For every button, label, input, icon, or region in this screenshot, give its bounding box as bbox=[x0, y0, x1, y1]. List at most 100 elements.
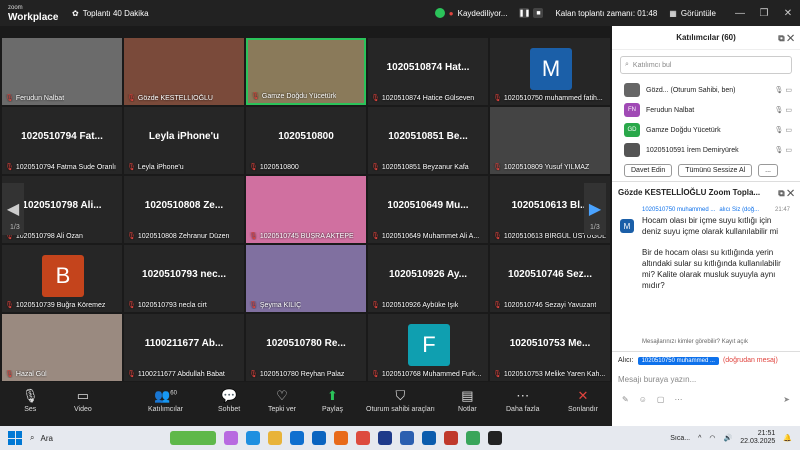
participant-display-name: Leyla iPhone'u bbox=[148, 131, 220, 142]
share-button[interactable]: ⬆ Paylaş bbox=[322, 388, 343, 413]
participant-row[interactable]: FN Ferudun Nalbat 🎙 ▭ bbox=[612, 100, 800, 120]
audio-button[interactable]: 🎙 Ses bbox=[22, 388, 39, 413]
search-icon: ⌕ bbox=[625, 61, 629, 68]
app-icon[interactable] bbox=[444, 431, 458, 445]
popout-close-icons[interactable]: ⧉ ✕ bbox=[778, 33, 794, 44]
pause-icon[interactable]: ❚❚ bbox=[519, 8, 530, 18]
mute-all-button[interactable]: Tümünü Sessize Al bbox=[678, 164, 753, 177]
participant-row[interactable]: Gözd... (Oturum Sahibi, ben) 🎙 ▭ bbox=[612, 80, 800, 100]
edge-icon[interactable] bbox=[246, 431, 260, 445]
shield-icon: ⛉ bbox=[395, 388, 406, 403]
mic-camera-icons[interactable]: 🎙 ▭ bbox=[775, 86, 792, 94]
end-button[interactable]: ✕ Sonlandır bbox=[568, 388, 598, 413]
participant-tile[interactable]: 1020510780 Re... 🎙 1020510780 Reyhan Palaz bbox=[246, 314, 366, 381]
participant-tile[interactable]: 1020510874 Hat... 🎙 1020510874 Hatice Güls… bbox=[368, 38, 488, 105]
participant-name-tag: 🎙 Ferudun Nalbat bbox=[5, 95, 65, 102]
participant-row[interactable]: 1020510591 İrem Demiryürek 🎙 ▭ bbox=[612, 140, 800, 160]
stop-icon[interactable]: ■ bbox=[533, 8, 544, 18]
chat-input[interactable]: Mesajı buraya yazın... bbox=[612, 369, 800, 393]
avatar: M bbox=[620, 219, 634, 233]
notes-button[interactable]: ▤ Notlar bbox=[458, 388, 477, 413]
speaker-icon[interactable]: 🔊 bbox=[724, 434, 733, 442]
participant-tile[interactable]: 🎙 Ferudun Nalbat bbox=[2, 38, 122, 105]
recording-controls[interactable]: ❚❚ ■ bbox=[519, 8, 544, 18]
word-icon[interactable] bbox=[400, 431, 414, 445]
participant-display-name: 1020510926 Ay... bbox=[388, 269, 468, 280]
participant-tile[interactable]: 1020510808 Ze... 🎙 1020510808 Zehranur Düz… bbox=[124, 176, 244, 243]
format-icon[interactable]: ✎ bbox=[622, 395, 629, 404]
participant-display-name: 1020510746 Sez... bbox=[508, 269, 592, 280]
widgets-icon[interactable] bbox=[170, 431, 216, 445]
participant-tile[interactable]: 1020510753 Me... 🎙 1020510753 Melike Yaren… bbox=[490, 314, 610, 381]
app-icon[interactable] bbox=[488, 431, 502, 445]
participant-row[interactable]: GD Gamze Doğdu Yücetürk 🎙 ▭ bbox=[612, 120, 800, 140]
participant-name-tag: 🎙 1020510746 Sezayi Yavuzant bbox=[493, 302, 597, 309]
visibility-note[interactable]: Mesajlarınızı kimler görebilir? Kayıt aç… bbox=[612, 333, 800, 351]
file-icon[interactable]: ▢ bbox=[657, 395, 665, 404]
title-bar: zoom Workplace ✿ Toplantı 40 Dakika ● Kayd… bbox=[0, 0, 800, 26]
mic-muted-icon: 🎙 bbox=[493, 371, 502, 378]
host-tools-button[interactable]: ⛉ Oturum sahibi araçları bbox=[366, 388, 435, 413]
meeting-info[interactable]: ✿ Toplantı 40 Dakika bbox=[72, 9, 149, 18]
participant-tile[interactable]: 🎙 Gözde KESTELLİOĞLU bbox=[124, 38, 244, 105]
store-icon[interactable] bbox=[290, 431, 304, 445]
participant-name-tag: 🎙 1020510874 Hatice Gülseven bbox=[371, 95, 475, 102]
shield-icon bbox=[434, 8, 445, 18]
participants-button[interactable]: 👥60 Katılımcılar bbox=[148, 388, 183, 413]
wifi-icon[interactable]: ◠ bbox=[709, 434, 715, 442]
mic-camera-icons[interactable]: 🎙 ▭ bbox=[775, 146, 792, 154]
taskbar-search[interactable]: ⌕ Ara bbox=[30, 433, 140, 443]
participant-tile[interactable]: 1100211677 Ab... 🎙 1100211677 Abdullah Bab… bbox=[124, 314, 244, 381]
zoom-taskbar-icon[interactable] bbox=[422, 431, 436, 445]
participant-tile[interactable]: M 🎙 1020510750 muhammed fatih... bbox=[490, 38, 610, 105]
participant-tile[interactable]: 1020510926 Ay... 🎙 1020510926 Aybüke Işık bbox=[368, 245, 488, 312]
video-button[interactable]: ▭ Video bbox=[74, 388, 92, 413]
participant-tile[interactable]: 🎙 Şeyma KILIÇ bbox=[246, 245, 366, 312]
participant-search-input[interactable]: ⌕ Katılımcı bul bbox=[620, 56, 792, 74]
chrome-icon[interactable] bbox=[356, 431, 370, 445]
chat-button[interactable]: 💬 Sohbet bbox=[218, 388, 240, 413]
participant-tile[interactable]: 1020510793 nec... 🎙 1020510793 necla cirt bbox=[124, 245, 244, 312]
windows-start-icon[interactable] bbox=[8, 431, 22, 445]
popout-close-icons[interactable]: ⧉ ✕ bbox=[778, 188, 794, 199]
app-icon[interactable] bbox=[378, 431, 392, 445]
mic-muted-icon: 🎙 bbox=[127, 302, 136, 309]
emoji-icon[interactable]: ☺ bbox=[639, 395, 647, 404]
participant-tile[interactable]: 1020510800 🎙 1020510800 bbox=[246, 107, 366, 174]
participant-name-tag: 🎙 1020510809 Yusuf YILMAZ bbox=[493, 164, 590, 171]
participant-tile[interactable]: 1020510794 Fat... 🎙 1020510794 Fatma Sude … bbox=[2, 107, 122, 174]
participant-tile[interactable]: 1020510649 Mu... 🎙 1020510649 Muhammet Ali… bbox=[368, 176, 488, 243]
chevron-up-icon[interactable]: ^ bbox=[698, 435, 701, 442]
participant-tile[interactable]: F 🎙 1020510768 Muhammed Furk... bbox=[368, 314, 488, 381]
view-button[interactable]: ▦ Görüntüle bbox=[669, 9, 716, 18]
react-button[interactable]: ♡ Tepki ver bbox=[268, 388, 296, 413]
minimize-icon[interactable]: — bbox=[728, 8, 752, 19]
participant-tile[interactable]: B 🎙 1020510739 Buğra Köremez bbox=[2, 245, 122, 312]
participant-tile[interactable]: 1020510746 Sez... 🎙 1020510746 Sezayi Yavu… bbox=[490, 245, 610, 312]
copilot-icon[interactable] bbox=[224, 431, 238, 445]
send-icon[interactable]: ➤ bbox=[783, 395, 790, 404]
invite-button[interactable]: Davet Edin bbox=[624, 164, 673, 177]
clock[interactable]: 21:51 22.03.2025 bbox=[740, 430, 775, 446]
restore-icon[interactable]: ❐ bbox=[752, 8, 776, 19]
more-button[interactable]: ⋯ Daha fazla bbox=[506, 388, 539, 413]
participant-tile[interactable]: 🎙 Hazal Gül bbox=[2, 314, 122, 381]
participant-tile[interactable]: 🎙 1020510745 BÜŞRA AKTEPE bbox=[246, 176, 366, 243]
outlook-icon[interactable] bbox=[312, 431, 326, 445]
notification-icon[interactable]: 🔔 bbox=[783, 434, 792, 442]
meeting-toolbar: 🎙 Ses ▭ Video 👥60 Katılımcılar 💬 Sohbet ♡ Tep… bbox=[0, 382, 612, 426]
folder-icon[interactable] bbox=[268, 431, 282, 445]
app-icon[interactable] bbox=[466, 431, 480, 445]
mic-camera-icons[interactable]: 🎙 ▭ bbox=[775, 126, 792, 134]
recipient-select[interactable]: 1020510750 muhammed ... bbox=[637, 356, 719, 365]
participant-tile[interactable]: 🎙 1020510809 Yusuf YILMAZ bbox=[490, 107, 610, 174]
participant-tile[interactable]: 🎙 Gamze Doğdu Yücetürk bbox=[246, 38, 366, 105]
more-button[interactable]: ... bbox=[758, 164, 779, 177]
close-icon[interactable]: ✕ bbox=[776, 8, 800, 19]
participant-tile[interactable]: Leyla iPhone'u 🎙 Leyla iPhone'u bbox=[124, 107, 244, 174]
more-icon[interactable]: ⋯ bbox=[674, 395, 682, 404]
firefox-icon[interactable] bbox=[334, 431, 348, 445]
participant-name-tag: 🎙 1020510649 Muhammet Ali A... bbox=[371, 233, 480, 240]
mic-camera-icons[interactable]: 🎙 ▭ bbox=[775, 106, 792, 114]
participant-tile[interactable]: 1020510851 Be... 🎙 1020510851 Beyzanur Kaf… bbox=[368, 107, 488, 174]
